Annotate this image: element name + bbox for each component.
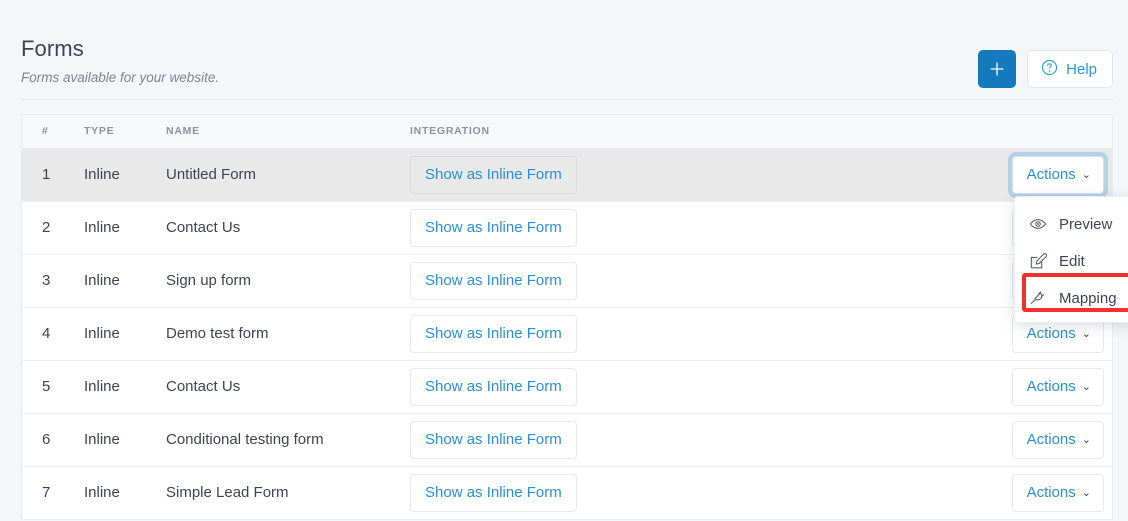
show-as-inline-form-button[interactable]: Show as Inline Form [410, 155, 577, 194]
table-row[interactable]: 5 Inline Contact Us Show as Inline Form … [22, 360, 1112, 414]
actions-button-label: Actions [1026, 324, 1076, 342]
table-row[interactable]: 3 Inline Sign up form Show as Inline For… [22, 254, 1112, 308]
row-number: 2 [22, 201, 84, 255]
row-integration: Show as Inline Form [410, 307, 990, 361]
row-type: Inline [84, 360, 166, 414]
add-form-button[interactable] [978, 50, 1017, 88]
row-actions: Actions ⌄ [990, 466, 1112, 520]
row-integration: Show as Inline Form [410, 148, 990, 202]
show-as-inline-form-button[interactable]: Show as Inline Form [410, 473, 577, 512]
chevron-down-icon: ⌄ [1081, 433, 1091, 446]
help-button[interactable]: Help [1027, 50, 1113, 88]
page-subtitle: Forms available for your website. [21, 70, 220, 85]
chevron-down-icon: ⌄ [1081, 168, 1091, 181]
row-type: Inline [84, 413, 166, 467]
dropdown-item-edit-label: Edit [1059, 252, 1085, 270]
dropdown-item-preview[interactable]: Preview [1015, 205, 1128, 242]
row-type: Inline [84, 307, 166, 361]
question-circle-icon [1041, 59, 1058, 80]
row-integration: Show as Inline Form [410, 413, 990, 467]
actions-button-label: Actions [1026, 377, 1076, 395]
show-as-inline-form-button[interactable]: Show as Inline Form [410, 314, 577, 353]
row-name: Contact Us [166, 360, 410, 414]
dropdown-item-edit[interactable]: Edit [1015, 242, 1128, 279]
actions-button-label: Actions [1026, 165, 1076, 183]
actions-dropdown-button[interactable]: Actions ⌄ [1011, 420, 1104, 459]
table-row[interactable]: 7 Inline Simple Lead Form Show as Inline… [22, 466, 1112, 520]
help-button-label: Help [1066, 61, 1097, 78]
actions-button-label: Actions [1026, 430, 1076, 448]
dropdown-item-mapping[interactable]: Mapping [1015, 279, 1128, 316]
row-number: 7 [22, 466, 84, 520]
table-row[interactable]: 4 Inline Demo test form Show as Inline F… [22, 307, 1112, 361]
actions-dropdown-button[interactable]: Actions ⌄ [1011, 367, 1104, 406]
actions-dropdown-button[interactable]: Actions ⌄ [1011, 155, 1104, 194]
column-header-type: TYPE [84, 115, 166, 149]
row-number: 6 [22, 413, 84, 467]
row-actions: Actions ⌄ [990, 148, 1112, 202]
table-body: 1 Inline Untitled Form Show as Inline Fo… [22, 148, 1112, 520]
plug-icon [1029, 289, 1047, 307]
row-name: Untitled Form [166, 148, 410, 202]
page-title: Forms [21, 36, 84, 61]
page-header: Forms Forms available for your website. … [0, 0, 1128, 100]
table-row[interactable]: 1 Inline Untitled Form Show as Inline Fo… [22, 148, 1112, 202]
chevron-down-icon: ⌄ [1081, 486, 1091, 499]
row-integration: Show as Inline Form [410, 201, 990, 255]
row-type: Inline [84, 254, 166, 308]
actions-button-label: Actions [1026, 483, 1076, 501]
header-divider [21, 99, 1113, 100]
row-number: 1 [22, 148, 84, 202]
row-type: Inline [84, 201, 166, 255]
dropdown-item-mapping-label: Mapping [1059, 289, 1117, 307]
row-name: Demo test form [166, 307, 410, 361]
row-name: Simple Lead Form [166, 466, 410, 520]
actions-dropdown-menu: Preview Edit Mapping [1014, 196, 1128, 323]
table-header-row: # TYPE NAME INTEGRATION [22, 115, 1112, 149]
column-header-actions [990, 115, 1112, 149]
row-actions: Actions ⌄ [990, 360, 1112, 414]
row-number: 5 [22, 360, 84, 414]
show-as-inline-form-button[interactable]: Show as Inline Form [410, 420, 577, 459]
show-as-inline-form-button[interactable]: Show as Inline Form [410, 261, 577, 300]
header-actions: Help [978, 50, 1113, 88]
row-integration: Show as Inline Form [410, 360, 990, 414]
show-as-inline-form-button[interactable]: Show as Inline Form [410, 208, 577, 247]
row-name: Conditional testing form [166, 413, 410, 467]
row-actions: Actions ⌄ [990, 413, 1112, 467]
row-type: Inline [84, 466, 166, 520]
row-integration: Show as Inline Form [410, 466, 990, 520]
column-header-number: # [22, 115, 84, 149]
row-type: Inline [84, 148, 166, 202]
dropdown-item-preview-label: Preview [1059, 215, 1113, 233]
table-header: # TYPE NAME INTEGRATION [22, 115, 1112, 149]
row-name: Contact Us [166, 201, 410, 255]
table-row[interactable]: 2 Inline Contact Us Show as Inline Form … [22, 201, 1112, 255]
column-header-integration: INTEGRATION [410, 115, 990, 149]
pencil-square-icon [1029, 252, 1047, 270]
table-row[interactable]: 6 Inline Conditional testing form Show a… [22, 413, 1112, 467]
chevron-down-icon: ⌄ [1081, 327, 1091, 340]
eye-icon [1029, 215, 1047, 233]
chevron-down-icon: ⌄ [1081, 380, 1091, 393]
row-number: 4 [22, 307, 84, 361]
column-header-name: NAME [166, 115, 410, 149]
show-as-inline-form-button[interactable]: Show as Inline Form [410, 367, 577, 406]
plus-icon [989, 61, 1005, 77]
actions-dropdown-button[interactable]: Actions ⌄ [1011, 473, 1104, 512]
row-number: 3 [22, 254, 84, 308]
row-name: Sign up form [166, 254, 410, 308]
row-integration: Show as Inline Form [410, 254, 990, 308]
forms-table-card: # TYPE NAME INTEGRATION 1 Inline Untitle… [21, 114, 1113, 520]
forms-table: # TYPE NAME INTEGRATION 1 Inline Untitle… [22, 115, 1112, 520]
